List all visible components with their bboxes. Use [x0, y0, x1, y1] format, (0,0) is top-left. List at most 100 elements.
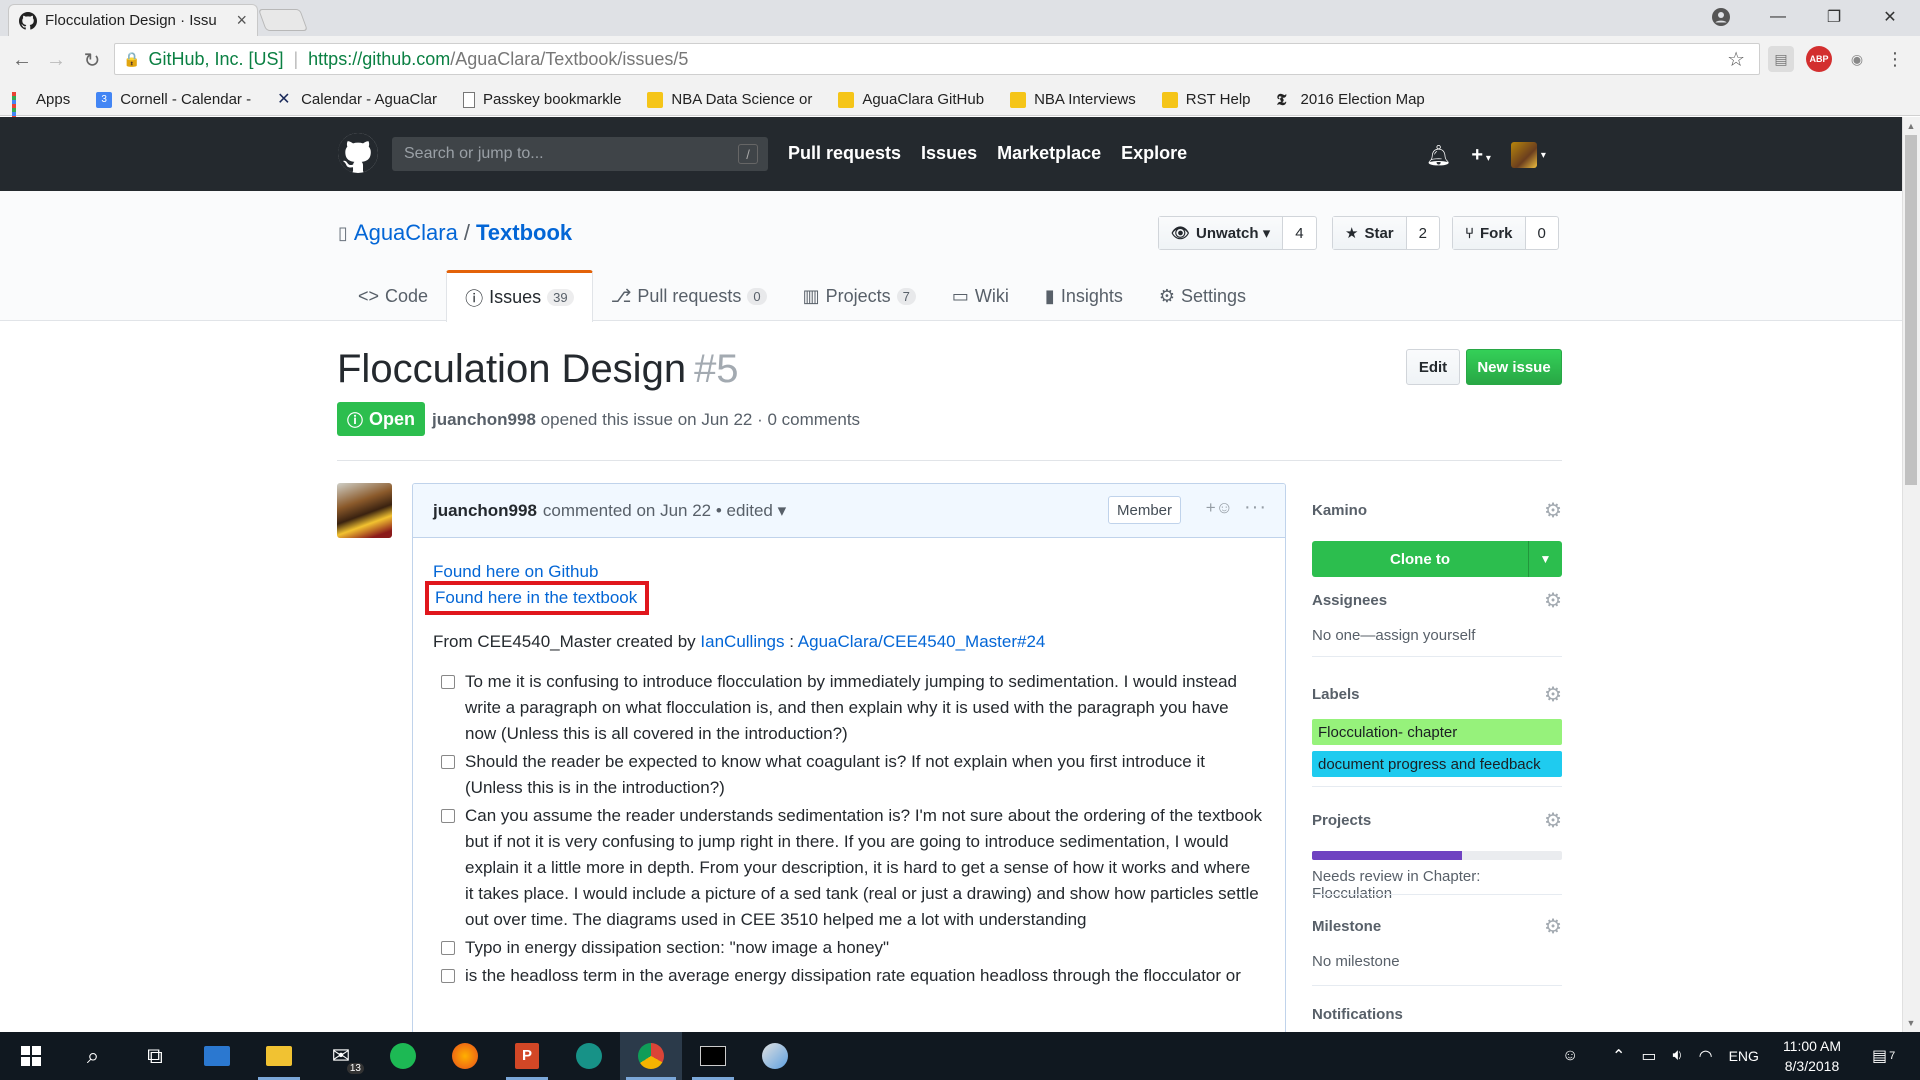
tray-chevron-up-icon[interactable]: ⌃ [1612, 1046, 1625, 1066]
browser-tab-active[interactable]: Flocculation Design · Issu × [8, 4, 258, 36]
tab-wiki[interactable]: ▭ Wiki [934, 270, 1027, 322]
scrollbar-thumb[interactable] [1905, 135, 1917, 485]
bookmark-folder-nba-interviews[interactable]: NBA Interviews [1010, 91, 1136, 108]
bookmark-folder-nba-data[interactable]: NBA Data Science or [647, 91, 812, 108]
link-found-in-textbook[interactable]: Found here in the textbook [425, 581, 650, 615]
close-window-button[interactable]: ✕ [1862, 4, 1918, 30]
nav-marketplace[interactable]: Marketplace [997, 143, 1101, 164]
task-checkbox[interactable] [441, 675, 455, 689]
star-count[interactable]: 2 [1407, 217, 1439, 249]
task-view-icon[interactable]: ⧉ [124, 1032, 186, 1080]
gear-icon[interactable]: ⚙ [1544, 914, 1562, 939]
task-checkbox[interactable] [441, 809, 455, 823]
bookmark-star-icon[interactable]: ☆ [1727, 47, 1745, 72]
label-flocculation-chapter[interactable]: Flocculation- chapter [1312, 719, 1562, 745]
notification-bell-icon[interactable]: 🔔︎ [1426, 143, 1451, 168]
new-issue-button[interactable]: New issue [1466, 349, 1562, 385]
project-status-link[interactable]: Needs review in Chapter: Flocculation [1312, 868, 1562, 902]
account-icon[interactable] [1708, 4, 1734, 30]
from-user-link[interactable]: IanCullings [700, 632, 784, 651]
action-center-icon[interactable]: ▤ 7 [1872, 1032, 1895, 1080]
fork-button[interactable]: ⑂ Fork [1453, 217, 1526, 249]
people-icon[interactable]: ☺ [1562, 1032, 1578, 1080]
forward-arrow-icon[interactable]: → [42, 46, 70, 74]
address-bar[interactable]: 🔒 GitHub, Inc. [US] | https://github.com… [114, 43, 1760, 75]
firefox-icon[interactable] [434, 1032, 496, 1080]
back-arrow-icon[interactable]: ← [8, 46, 36, 74]
tab-settings[interactable]: ⚙ Settings [1141, 270, 1264, 322]
chrome-icon[interactable] [620, 1032, 682, 1080]
spotify-icon[interactable] [372, 1032, 434, 1080]
incognito-extension-icon[interactable]: ◉ [1844, 46, 1870, 72]
pdf-extension-icon[interactable]: ▤ [1768, 46, 1794, 72]
tab-code[interactable]: <> Code [340, 270, 446, 322]
restore-button[interactable]: ❐ [1806, 4, 1862, 30]
search-icon[interactable]: ⌕ [62, 1032, 124, 1080]
comment-author-link[interactable]: juanchon998 [433, 501, 537, 521]
start-windows-icon[interactable] [0, 1032, 62, 1080]
fork-count[interactable]: 0 [1526, 217, 1558, 249]
gear-icon[interactable]: ⚙ [1544, 588, 1562, 613]
nav-pull-requests[interactable]: Pull requests [788, 143, 901, 164]
wifi-icon[interactable]: ◠ [1699, 1046, 1713, 1066]
bookmark-apps[interactable]: Apps [12, 91, 70, 128]
comment-meta[interactable]: commented on Jun 22 • edited ▾ [543, 501, 786, 521]
nav-issues[interactable]: Issues [921, 143, 977, 164]
task-checkbox[interactable] [441, 941, 455, 955]
file-explorer-icon[interactable] [248, 1032, 310, 1080]
nav-explore[interactable]: Explore [1121, 143, 1187, 164]
repo-name-link[interactable]: Textbook [476, 220, 572, 246]
battery-icon[interactable]: ▭ [1641, 1046, 1656, 1066]
tab-close-icon[interactable]: × [236, 10, 247, 31]
bookmark-folder-aguaclara-github[interactable]: AguaClara GitHub [838, 91, 984, 108]
bookmark-aguaclara-calendar[interactable]: ✕ Calendar - AguaClar [277, 91, 437, 108]
task-checkbox[interactable] [441, 969, 455, 983]
unwatch-button[interactable]: 👁︎ Unwatch ▾ [1159, 217, 1284, 249]
search-input[interactable] [404, 145, 724, 163]
scroll-down-arrow-icon[interactable]: ▼ [1904, 1016, 1918, 1030]
user-menu[interactable]: ▾ [1510, 142, 1546, 168]
mail-app-icon[interactable]: ✉ 13 [310, 1032, 372, 1080]
adblock-extension-icon[interactable]: ABP [1806, 46, 1832, 72]
issue-author-link[interactable]: juanchon998 [432, 410, 536, 429]
gear-icon[interactable]: ⚙ [1544, 682, 1562, 707]
bookmark-passkey[interactable]: Passkey bookmarkle [463, 91, 621, 108]
tab-projects[interactable]: ▥ Projects 7 [785, 270, 934, 322]
from-issue-link[interactable]: AguaClara/CEE4540_Master#24 [798, 632, 1046, 651]
reload-icon[interactable]: ↻ [78, 46, 106, 74]
tab-issues[interactable]: ⓘ Issues 39 [446, 270, 593, 322]
task-checkbox[interactable] [441, 755, 455, 769]
paint-icon[interactable] [744, 1032, 806, 1080]
gear-icon[interactable]: ⚙ [1544, 808, 1562, 833]
gear-icon[interactable]: ⚙ [1544, 498, 1562, 523]
chevron-down-icon[interactable]: ▼ [1528, 541, 1562, 577]
avatar[interactable] [337, 483, 392, 538]
scroll-up-arrow-icon[interactable]: ▲ [1904, 119, 1918, 133]
minimize-button[interactable]: — [1750, 4, 1806, 30]
link-found-on-github[interactable]: Found here on Github [433, 559, 1263, 581]
chrome-menu-icon[interactable]: ⋮ [1882, 46, 1908, 72]
github-logo-icon[interactable] [338, 133, 378, 173]
tab-insights[interactable]: ▮ Insights [1027, 270, 1141, 322]
watch-count[interactable]: 4 [1283, 217, 1315, 249]
bookmark-election-map[interactable]: 𝕿 2016 Election Map [1277, 91, 1425, 108]
volume-icon[interactable]: 🔉︎ [1673, 1047, 1683, 1065]
clock[interactable]: 11:00 AM 8/3/2018 [1764, 1032, 1860, 1080]
bookmark-cornell-calendar[interactable]: 3 Cornell - Calendar - [96, 91, 251, 108]
assign-yourself-link[interactable]: No one—assign yourself [1312, 627, 1562, 644]
bookmark-folder-rst-help[interactable]: RST Help [1161, 91, 1251, 108]
repo-owner-link[interactable]: AguaClara [354, 220, 458, 246]
label-document-progress[interactable]: document progress and feedback [1312, 751, 1562, 777]
add-reaction-icon[interactable]: +☺ [1206, 498, 1233, 518]
tab-pull-requests[interactable]: ⎇ Pull requests 0 [593, 270, 785, 322]
more-options-icon[interactable]: ··· [1244, 496, 1267, 519]
new-tab-button[interactable] [257, 9, 309, 31]
powerpoint-icon[interactable]: P [496, 1032, 558, 1080]
outlook-app-icon[interactable] [186, 1032, 248, 1080]
gitkraken-icon[interactable] [558, 1032, 620, 1080]
edit-button[interactable]: Edit [1406, 349, 1460, 385]
clone-to-button[interactable]: Clone to ▼ [1312, 541, 1562, 577]
star-button[interactable]: ★ Star [1333, 217, 1407, 249]
create-new-plus-icon[interactable]: + ▾ [1471, 144, 1491, 167]
terminal-icon[interactable] [682, 1032, 744, 1080]
